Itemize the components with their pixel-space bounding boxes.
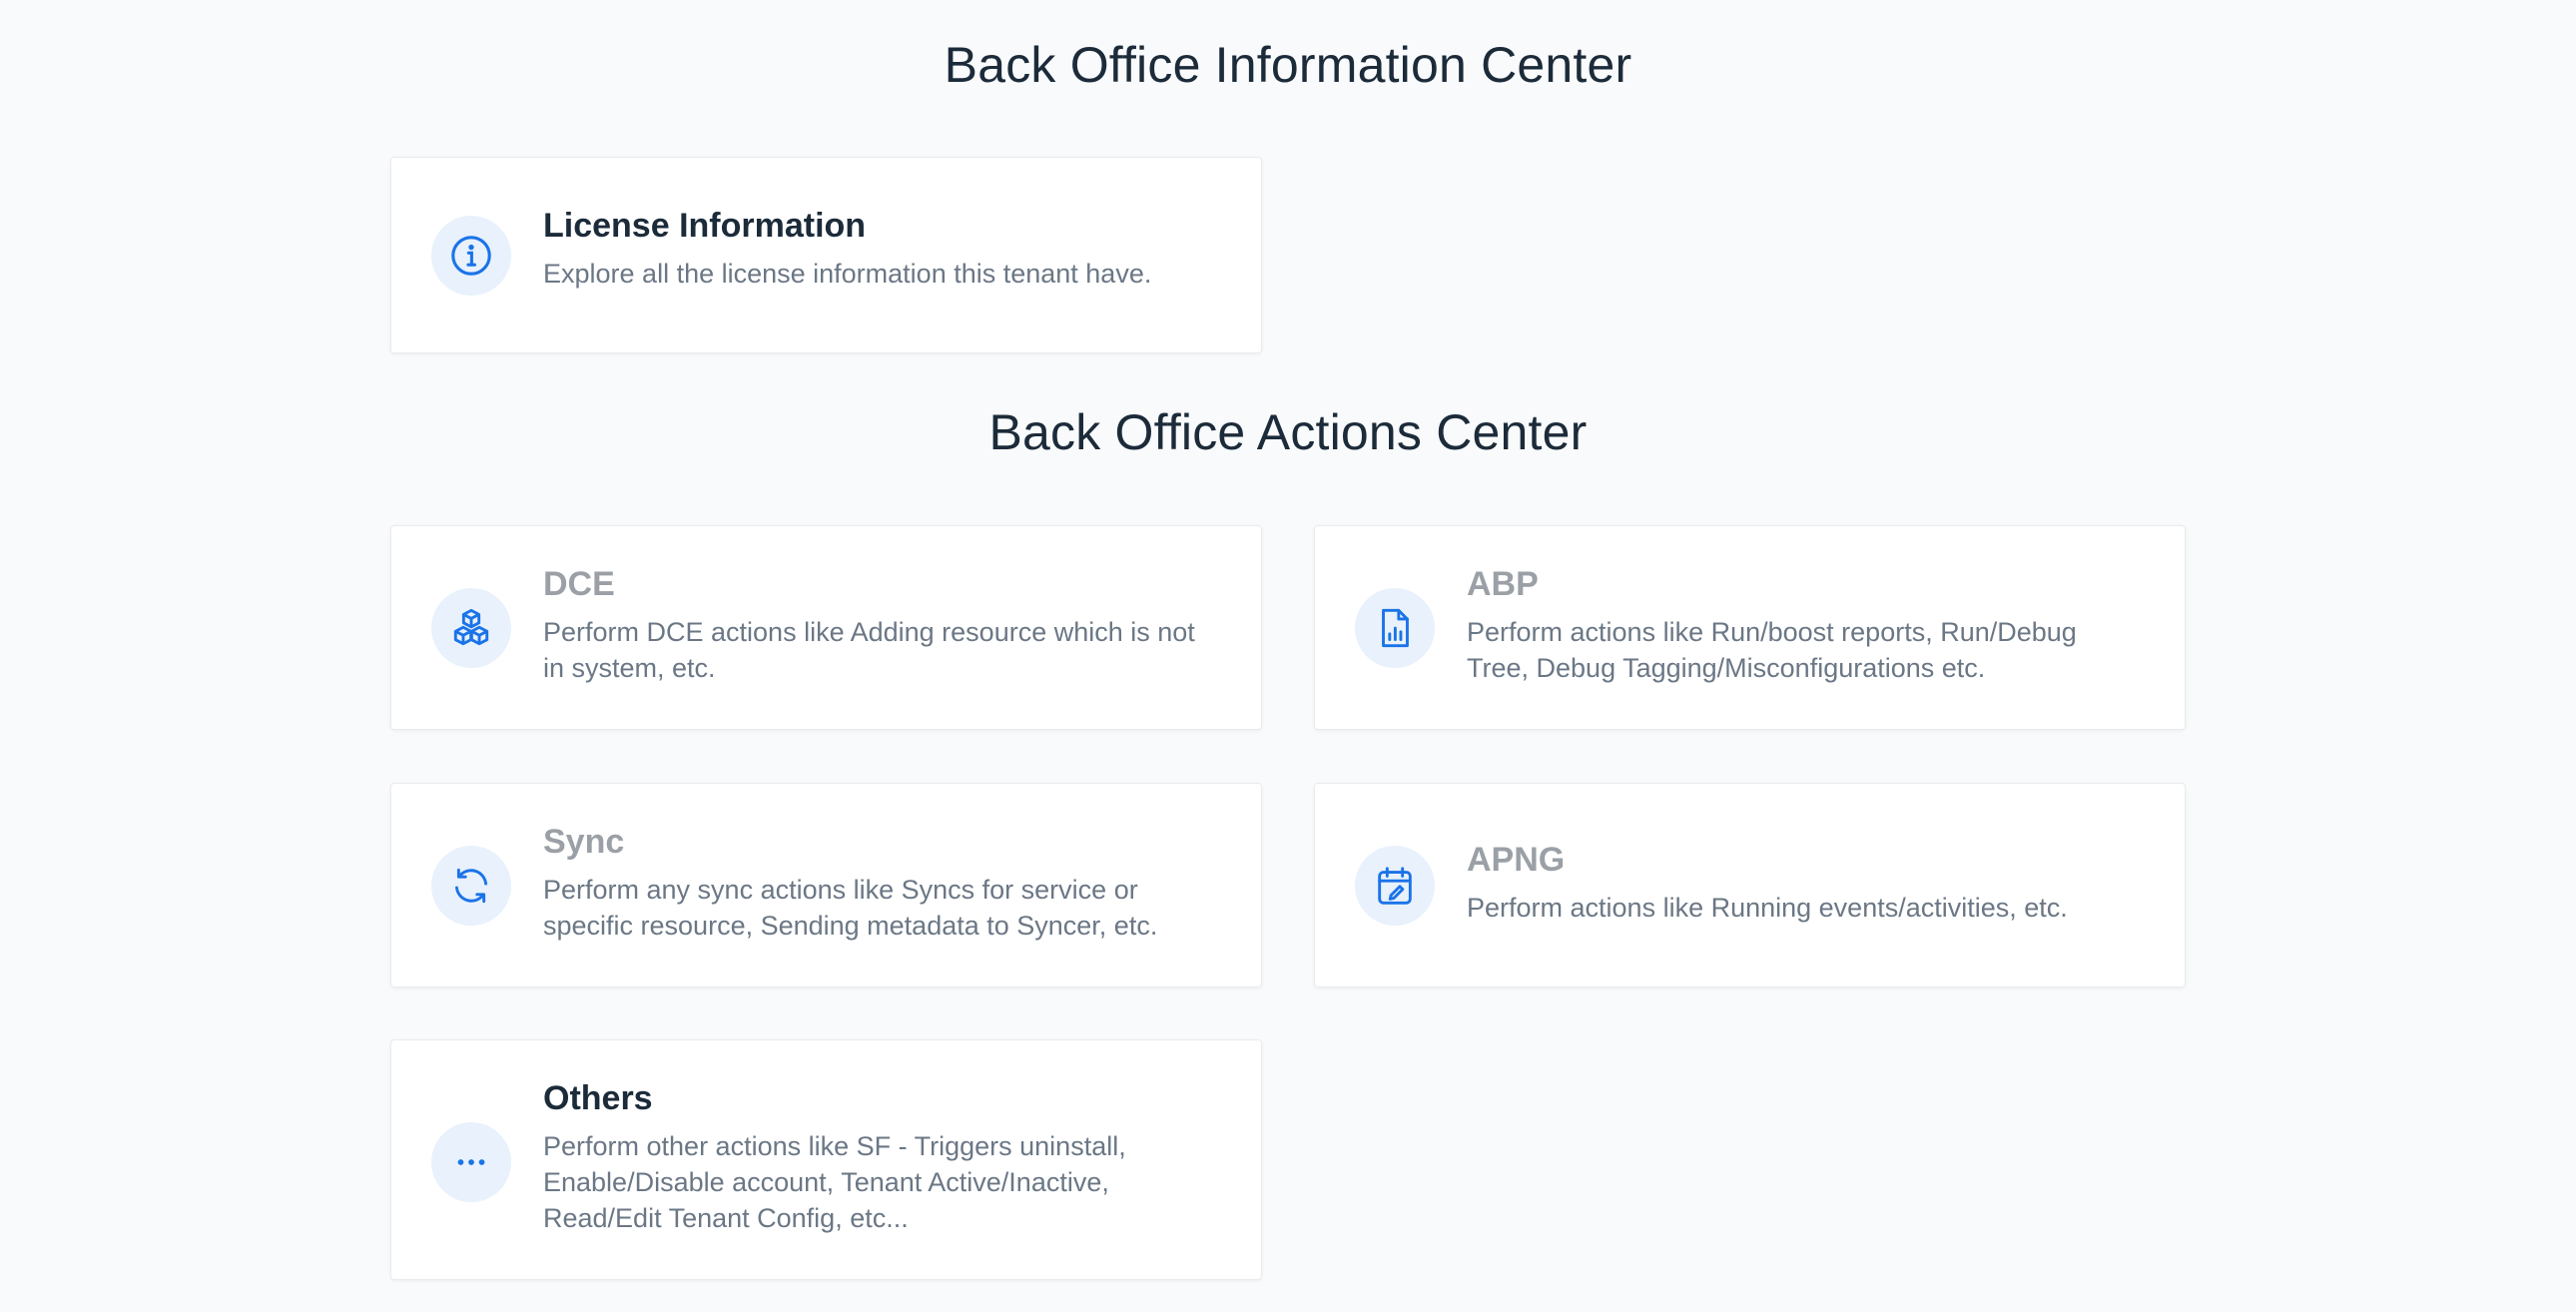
actions-center-title: Back Office Actions Center <box>988 404 1588 460</box>
abp-description: Perform actions like Run/boost reports, … <box>1467 617 2077 683</box>
info-icon <box>451 236 491 276</box>
license-information-description: Explore all the license information this… <box>543 259 1152 289</box>
more-icon <box>457 1159 485 1165</box>
report-icon <box>1382 608 1409 648</box>
sync-icon <box>454 868 488 904</box>
sync-icon-wrapper <box>431 846 511 926</box>
calendar-edit-icon <box>1378 867 1412 905</box>
others-card[interactable]: Others Perform other actions like SF - T… <box>390 1039 1262 1280</box>
cubes-icon-wrapper <box>431 588 511 668</box>
dce-title: DCE <box>543 565 615 603</box>
sync-card[interactable]: Sync Perform any sync actions like Syncs… <box>390 783 1262 987</box>
cubes-icon <box>453 608 489 646</box>
abp-title: ABP <box>1467 565 1539 603</box>
dce-description: Perform DCE actions like Adding resource… <box>543 617 1195 683</box>
sync-description: Perform any sync actions like Syncs for … <box>543 875 1158 941</box>
report-icon-wrapper <box>1355 588 1435 668</box>
apng-description: Perform actions like Running events/acti… <box>1467 893 2068 923</box>
apng-card[interactable]: APNG Perform actions like Running events… <box>1314 783 2186 987</box>
license-information-card[interactable]: License Information Explore all the lice… <box>390 157 1262 353</box>
dce-card[interactable]: DCE Perform DCE actions like Adding reso… <box>390 525 1262 730</box>
others-description: Perform other actions like SF - Triggers… <box>543 1131 1126 1233</box>
apng-title: APNG <box>1467 841 1566 879</box>
abp-card[interactable]: ABP Perform actions like Run/boost repor… <box>1314 525 2186 730</box>
calendar-edit-icon-wrapper <box>1355 846 1435 926</box>
more-icon-wrapper <box>431 1122 511 1202</box>
info-icon-wrapper <box>431 216 511 296</box>
license-information-title: License Information <box>543 207 867 245</box>
information-center-title: Back Office Information Center <box>944 37 1632 93</box>
others-title: Others <box>543 1079 653 1117</box>
sync-title: Sync <box>543 823 625 861</box>
